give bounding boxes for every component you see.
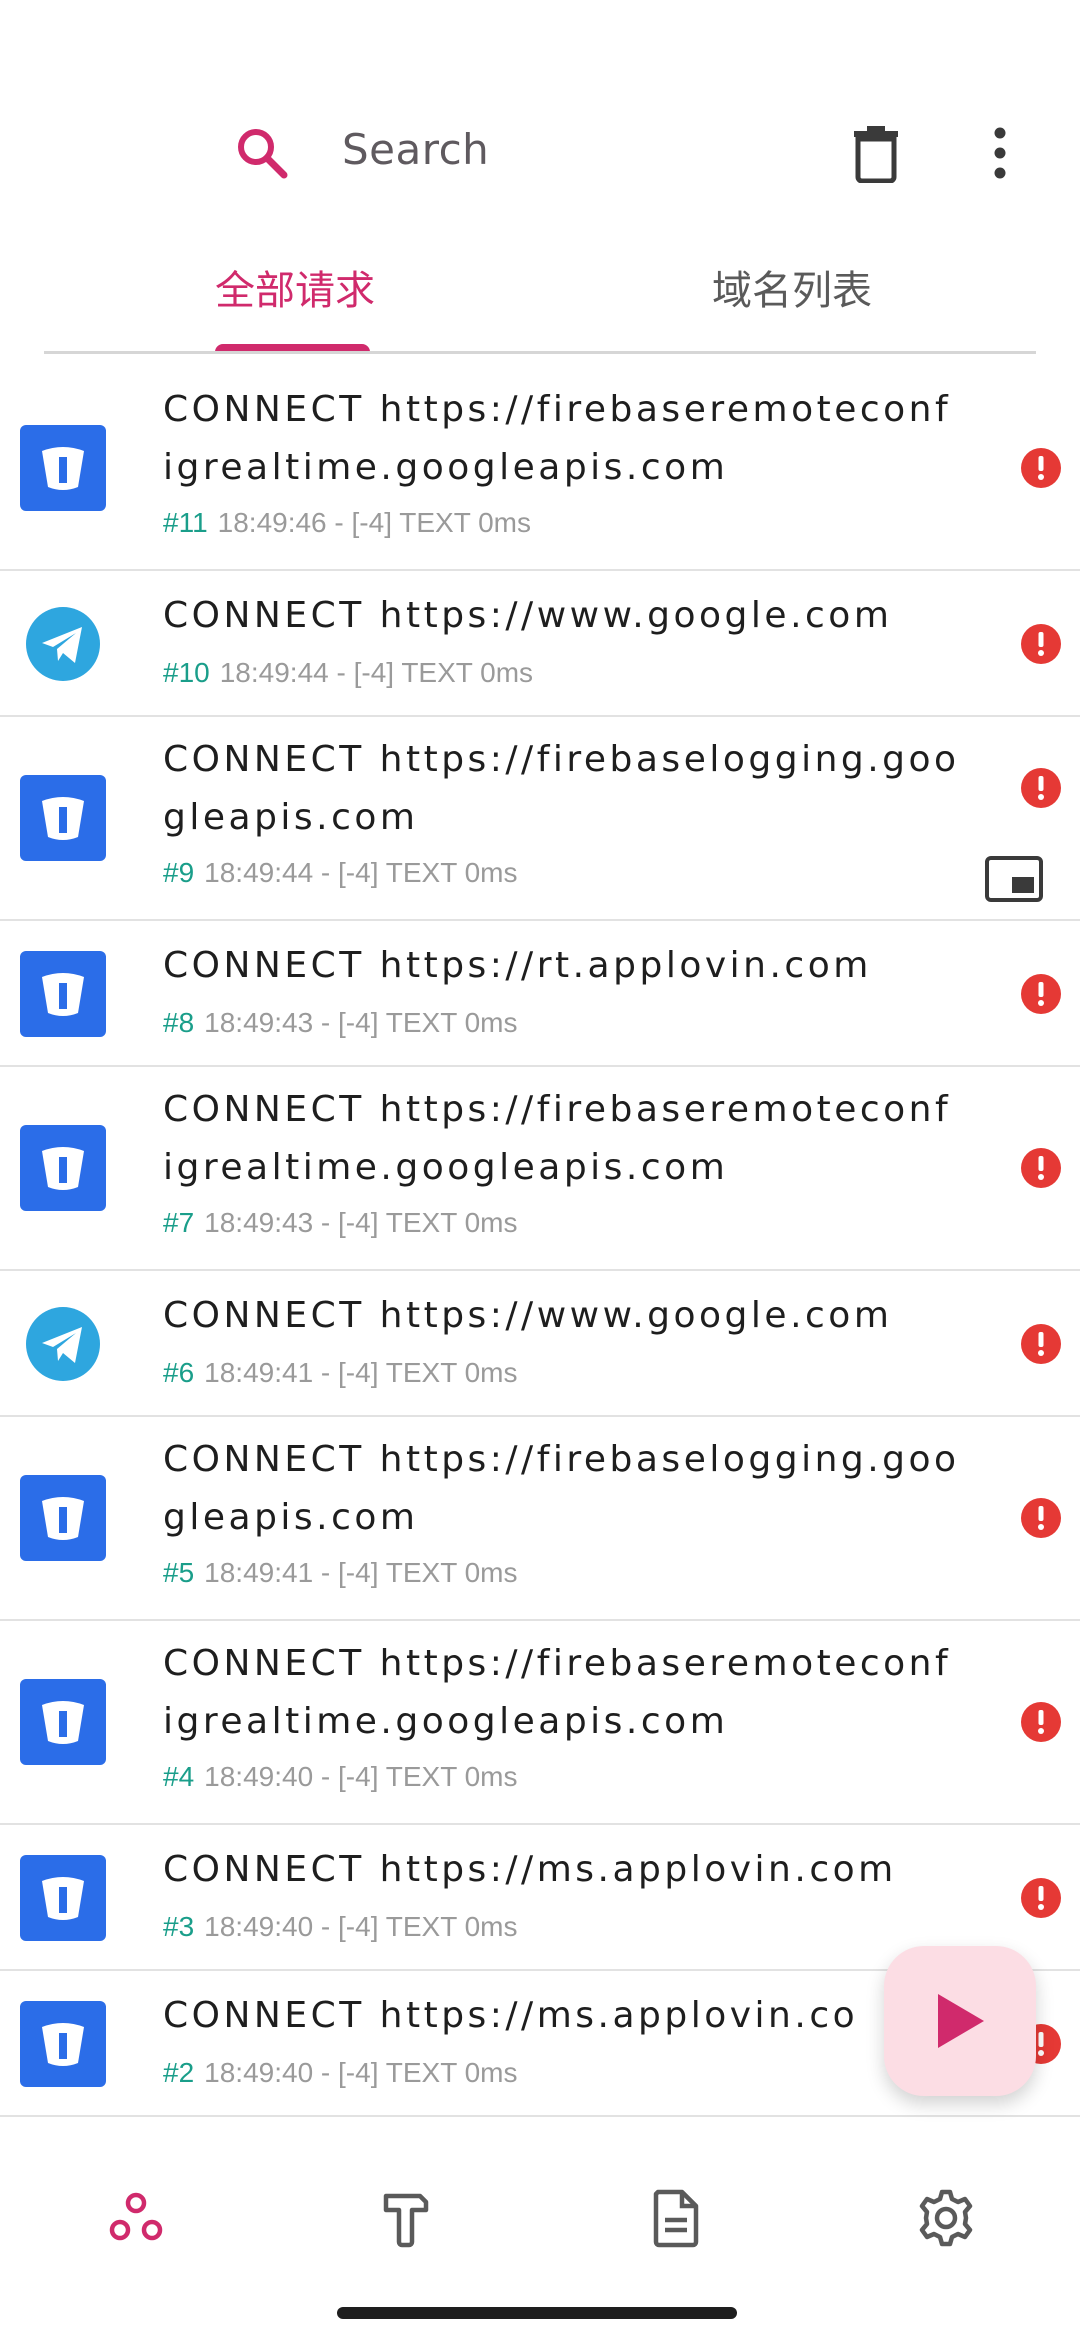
tab-all-requests[interactable]: 全部请求: [215, 258, 375, 316]
app-t-icon: [20, 425, 106, 511]
error-icon: [1021, 974, 1061, 1014]
request-meta: #4 18:49:40 - [-4] TEXT 0ms: [163, 1761, 518, 1793]
request-meta: #7 18:49:43 - [-4] TEXT 0ms: [163, 1207, 518, 1239]
request-title: CONNECT https://firebaseremoteconfigreal…: [163, 1089, 952, 1188]
request-id: #6: [163, 1357, 195, 1388]
app-t-icon: [20, 1475, 106, 1561]
home-indicator[interactable]: [337, 2307, 737, 2319]
request-title: CONNECT https://www.google.com: [163, 595, 893, 636]
document-icon[interactable]: [646, 2188, 706, 2248]
request-id: #10: [163, 657, 210, 688]
request-title: CONNECT https://www.google.com: [163, 1295, 893, 1336]
request-meta: #10 18:49:44 - [-4] TEXT 0ms: [163, 657, 533, 689]
request-title: CONNECT https://firebaseremoteconfigreal…: [163, 389, 952, 488]
delete-icon[interactable]: [848, 123, 904, 183]
request-meta: #5 18:49:41 - [-4] TEXT 0ms: [163, 1557, 518, 1589]
error-icon: [1021, 1324, 1061, 1364]
app-t-icon: [20, 775, 106, 861]
play-icon: [938, 1994, 984, 2048]
request-details: 18:49:41 - [-4] TEXT 0ms: [204, 1557, 518, 1588]
error-icon: [1021, 1498, 1061, 1538]
app-screen: Search 全部请求 域名列表 CONNECT https://firebas…: [0, 0, 1080, 2340]
request-meta: #11 18:49:46 - [-4] TEXT 0ms: [163, 507, 531, 539]
request-id: #11: [163, 507, 208, 538]
bottom-navigation: [0, 2140, 1080, 2290]
request-details: 18:49:46 - [-4] TEXT 0ms: [217, 507, 531, 538]
error-icon: [1021, 768, 1061, 808]
start-capture-button[interactable]: [884, 1946, 1036, 2096]
request-row[interactable]: CONNECT https://firebaseremoteconfigreal…: [0, 1067, 1080, 1271]
request-details: 18:49:40 - [-4] TEXT 0ms: [204, 2057, 518, 2088]
request-meta: #3 18:49:40 - [-4] TEXT 0ms: [163, 1911, 518, 1943]
request-meta: #6 18:49:41 - [-4] TEXT 0ms: [163, 1357, 518, 1389]
request-title: CONNECT https://firebaseremoteconfigreal…: [163, 1643, 952, 1742]
request-row[interactable]: CONNECT https://www.google.com #10 18:49:…: [0, 571, 1080, 717]
more-options-icon[interactable]: [982, 123, 1018, 183]
tab-domain-list[interactable]: 域名列表: [712, 258, 872, 316]
request-id: #4: [163, 1761, 195, 1792]
request-row[interactable]: CONNECT https://firebaselogging.googleap…: [0, 717, 1080, 921]
error-icon: [1021, 448, 1061, 488]
tab-divider: [44, 351, 1036, 354]
request-title: CONNECT https://ms.applovin.co: [163, 1995, 859, 2036]
telegram-icon: [26, 607, 100, 681]
tab-bar: 全部请求 域名列表: [0, 240, 1080, 355]
picture-in-picture-icon[interactable]: [984, 855, 1044, 903]
request-meta: #2 18:49:40 - [-4] TEXT 0ms: [163, 2057, 518, 2089]
request-id: #7: [163, 1207, 195, 1238]
search-icon[interactable]: [232, 123, 292, 183]
request-title: CONNECT https://rt.applovin.com: [163, 945, 872, 986]
request-id: #2: [163, 2057, 195, 2088]
request-id: #3: [163, 1911, 195, 1942]
error-icon: [1021, 1702, 1061, 1742]
network-icon[interactable]: [106, 2188, 166, 2248]
app-t-icon: [20, 951, 106, 1037]
request-row[interactable]: CONNECT https://firebaselogging.googleap…: [0, 1417, 1080, 1621]
error-icon: [1021, 1148, 1061, 1188]
request-meta: #9 18:49:44 - [-4] TEXT 0ms: [163, 857, 518, 889]
error-icon: [1021, 624, 1061, 664]
request-id: #5: [163, 1557, 195, 1588]
request-title: CONNECT https://ms.applovin.com: [163, 1849, 897, 1890]
request-row[interactable]: CONNECT https://firebaseremoteconfigreal…: [0, 1621, 1080, 1825]
app-t-icon: [20, 1125, 106, 1211]
request-details: 18:49:40 - [-4] TEXT 0ms: [204, 1761, 518, 1792]
settings-gear-icon[interactable]: [916, 2188, 976, 2248]
request-details: 18:49:44 - [-4] TEXT 0ms: [204, 857, 518, 888]
request-id: #8: [163, 1007, 195, 1038]
request-details: 18:49:44 - [-4] TEXT 0ms: [219, 657, 534, 688]
request-row[interactable]: CONNECT https://firebaseremoteconfigreal…: [0, 367, 1080, 571]
request-row[interactable]: CONNECT https://www.google.com #6 18:49:4…: [0, 1271, 1080, 1417]
request-title: CONNECT https://firebaselogging.googleap…: [163, 739, 960, 838]
app-t-icon: [20, 1855, 106, 1941]
app-t-icon: [20, 2001, 106, 2087]
request-details: 18:49:40 - [-4] TEXT 0ms: [204, 1911, 518, 1942]
telegram-icon: [26, 1307, 100, 1381]
request-details: 18:49:43 - [-4] TEXT 0ms: [204, 1007, 518, 1038]
hammer-icon[interactable]: [376, 2188, 436, 2248]
request-details: 18:49:41 - [-4] TEXT 0ms: [204, 1357, 518, 1388]
request-id: #9: [163, 857, 195, 888]
request-title: CONNECT https://firebaselogging.googleap…: [163, 1439, 960, 1538]
request-meta: #8 18:49:43 - [-4] TEXT 0ms: [163, 1007, 518, 1039]
search-bar: Search: [0, 95, 1080, 210]
error-icon: [1021, 1878, 1061, 1918]
request-details: 18:49:43 - [-4] TEXT 0ms: [204, 1207, 518, 1238]
request-list: CONNECT https://firebaseremoteconfigreal…: [0, 367, 1080, 2117]
search-input[interactable]: Search: [342, 125, 489, 174]
request-row[interactable]: CONNECT https://rt.applovin.com #8 18:49:…: [0, 921, 1080, 1067]
app-t-icon: [20, 1679, 106, 1765]
